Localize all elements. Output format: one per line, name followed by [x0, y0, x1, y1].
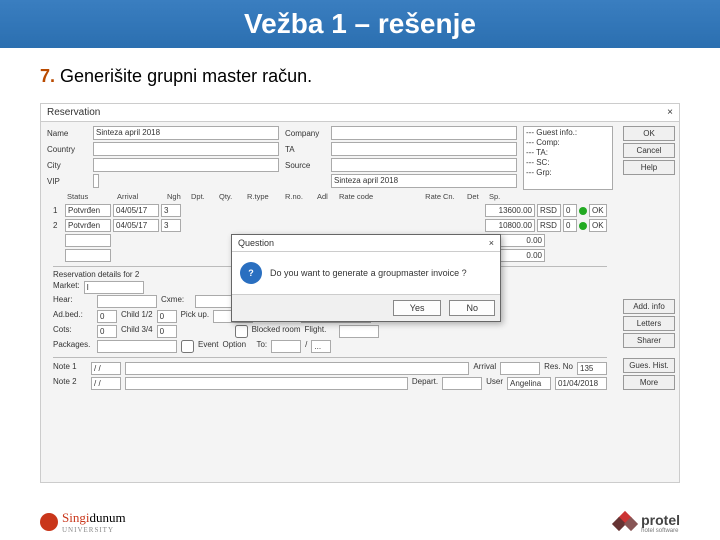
table-row[interactable]: 2 Potvrđen 04/05/17 3 10800.00 RSD 0 OK: [47, 218, 613, 233]
city-field[interactable]: [93, 158, 279, 172]
addinfo-button[interactable]: Add. info: [623, 299, 675, 314]
slide-footer: Singidunum UNIVERSITY protel hotel softw…: [40, 510, 680, 534]
question-dialog: Question × ? Do you want to generate a g…: [231, 234, 501, 322]
more-button[interactable]: More: [623, 375, 675, 390]
window-titlebar: Reservation ×: [41, 104, 679, 122]
question-icon: ?: [240, 262, 262, 284]
ok-cell[interactable]: OK: [589, 204, 607, 217]
ok-button[interactable]: OK: [623, 126, 675, 141]
grid-header: Status Arrival Ngh Dpt. Qty. R.type R.no…: [47, 190, 613, 203]
hear-field[interactable]: [97, 295, 157, 308]
guesthist-button[interactable]: Gues. Hist.: [623, 358, 675, 373]
blocked-checkbox[interactable]: [235, 325, 248, 338]
singidunum-logo: Singidunum UNIVERSITY: [40, 510, 126, 534]
step-number: 7.: [40, 66, 55, 86]
guest-info-box: --- Guest info.: --- Comp: --- TA: --- S…: [523, 126, 613, 190]
letters-button[interactable]: Letters: [623, 316, 675, 331]
help-button[interactable]: Help: [623, 160, 675, 175]
cancel-button[interactable]: Cancel: [623, 143, 675, 158]
app-screenshot: Reservation × Name Sinteza april 2018 Cou…: [40, 103, 680, 483]
right-button-panel: OK Cancel Help Add. info Letters Sharer …: [619, 122, 679, 395]
label-source: Source: [285, 161, 327, 170]
label-ta: TA: [285, 145, 327, 154]
protel-icon: [613, 513, 637, 533]
slide-title: Vežba 1 – rešenje: [0, 0, 720, 48]
dialog-text: Do you want to generate a groupmaster in…: [270, 268, 467, 278]
label-vip: VIP: [47, 177, 89, 186]
close-icon[interactable]: ×: [667, 107, 673, 118]
dialog-close-icon[interactable]: ×: [489, 238, 494, 248]
table-row[interactable]: 1 Potvrđen 04/05/17 3 13600.00 RSD 0 OK: [47, 203, 613, 218]
instruction-line: 7. Generišite grupni master račun.: [0, 48, 720, 95]
label-name: Name: [47, 129, 89, 138]
sharer-button[interactable]: Sharer: [623, 333, 675, 348]
event-checkbox[interactable]: [181, 340, 194, 353]
label-company: Company: [285, 129, 327, 138]
name-field[interactable]: Sinteza april 2018: [93, 126, 279, 140]
step-text: Generišite grupni master račun.: [60, 66, 312, 86]
country-field[interactable]: [93, 142, 279, 156]
ok-cell[interactable]: OK: [589, 219, 607, 232]
protel-logo: protel hotel software: [613, 512, 680, 534]
yes-button[interactable]: Yes: [393, 300, 442, 316]
label-country: Country: [47, 145, 89, 154]
label-city: City: [47, 161, 89, 170]
source-field[interactable]: [331, 158, 517, 172]
window-title: Reservation: [47, 107, 100, 118]
status-dot-icon: [579, 222, 587, 230]
market-field[interactable]: I: [84, 281, 144, 294]
status-dot-icon: [579, 207, 587, 215]
source2-field[interactable]: Sinteza april 2018: [331, 174, 517, 188]
singidunum-icon: [40, 513, 58, 531]
ta-field[interactable]: [331, 142, 517, 156]
vip-field[interactable]: [93, 174, 99, 188]
company-field[interactable]: [331, 126, 517, 140]
dialog-title: Question: [238, 238, 274, 248]
no-button[interactable]: No: [449, 300, 495, 316]
